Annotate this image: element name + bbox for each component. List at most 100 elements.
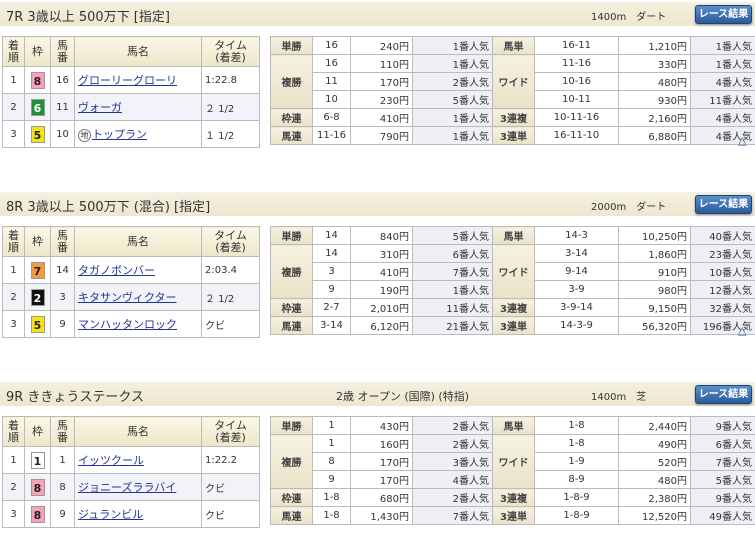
payout-amount: 410円	[351, 263, 413, 281]
race-result-button[interactable]: レース結果	[695, 385, 752, 404]
results-header-row: 着順枠馬番馬名タイム(着差)	[3, 227, 260, 257]
horse-name-cell: ジュランビル	[75, 501, 202, 528]
payout-amount: 10,250円	[619, 227, 691, 245]
finish-time: クビ	[202, 474, 260, 501]
finish-rank: 1	[3, 67, 25, 94]
payout-table: 単勝1430円2番人気馬単1-82,440円9番人気複勝1160円2番人気ワイド…	[270, 416, 755, 525]
payout-table: 単勝16240円1番人気馬単16-111,210円1番人気複勝16110円1番人…	[270, 36, 755, 145]
horse-name-link[interactable]: ジョニーズララバイ	[78, 481, 176, 494]
payout-amount: 680円	[351, 489, 413, 507]
payout-amount: 170円	[351, 471, 413, 489]
combination: 3-14	[313, 317, 351, 335]
horse-name-cell: グローリーグローリ	[75, 67, 202, 94]
payout-type-label: 3連単	[493, 127, 535, 145]
horse-number: 9	[51, 311, 75, 338]
header-name: 馬名	[75, 417, 202, 447]
race-header: 8R 3歳以上 500万下 (混合) [指定]2000mダートレース結果	[0, 192, 755, 216]
payout-row: 複勝16110円1番人気ワイド11-16330円1番人気	[271, 55, 755, 73]
combination: 9	[313, 471, 351, 489]
finish-rank: 1	[3, 447, 25, 474]
frame-cell: 8	[25, 67, 51, 94]
combination: 1-8	[535, 435, 619, 453]
combination: 6-8	[313, 109, 351, 127]
payout-amount: 330円	[619, 55, 691, 73]
payout-type-label: 馬単	[493, 37, 535, 55]
race-surface: ダート	[636, 202, 666, 213]
combination: 2-7	[313, 299, 351, 317]
popularity: 11番人気	[691, 91, 755, 109]
up-triangle-icon[interactable]: △	[738, 134, 746, 147]
payout-type-label: 枠連	[271, 299, 313, 317]
popularity: 2番人気	[413, 417, 493, 435]
race-surface: ダート	[636, 12, 666, 23]
payout-row: 馬連1-81,430円7番人気3連単1-8-912,520円49番人気	[271, 507, 755, 525]
combination: 3	[313, 263, 351, 281]
combination: 1-8	[313, 507, 351, 525]
payout-type-label: ワイド	[493, 435, 535, 489]
combination: 14	[313, 245, 351, 263]
payout-type-label: 3連複	[493, 489, 535, 507]
popularity: 7番人気	[413, 507, 493, 525]
payout-type-label: 枠連	[271, 489, 313, 507]
horse-name-link[interactable]: タガノボンバー	[78, 264, 155, 277]
race-distance: 2000mダート	[591, 198, 666, 213]
payout-table: 単勝14840円5番人気馬単14-310,250円40番人気複勝14310円6番…	[270, 226, 755, 335]
horse-name-link[interactable]: トップラン	[92, 128, 147, 141]
horse-name-link[interactable]: ヴォーガ	[78, 101, 122, 114]
horse-name-link[interactable]: キタサンヴィクター	[78, 291, 177, 304]
payout-row: 複勝1160円2番人気ワイド1-8490円6番人気	[271, 435, 755, 453]
popularity: 49番人気	[691, 507, 755, 525]
frame-cell: 8	[25, 501, 51, 528]
combination: 10-11	[535, 91, 619, 109]
race-conditions: 2歳 オープン (国際) (特指)	[336, 388, 469, 404]
popularity: 5番人気	[413, 91, 493, 109]
combination: 16	[313, 37, 351, 55]
header-name: 馬名	[75, 227, 202, 257]
combination: 11	[313, 73, 351, 91]
combination: 1-8-9	[535, 489, 619, 507]
popularity: 32番人気	[691, 299, 755, 317]
header-rank: 着順	[3, 227, 25, 257]
horse-number: 8	[51, 474, 75, 501]
horse-number: 16	[51, 67, 75, 94]
payout-amount: 480円	[619, 73, 691, 91]
horse-name-link[interactable]: マンハッタンロック	[78, 318, 177, 331]
combination: 1-8-9	[535, 507, 619, 525]
frame-cell: 7	[25, 257, 51, 284]
combination: 8	[313, 453, 351, 471]
popularity: 2番人気	[413, 73, 493, 91]
payout-amount: 910円	[619, 263, 691, 281]
combination: 1	[313, 435, 351, 453]
header-waku: 枠	[25, 37, 51, 67]
header-rank: 着順	[3, 417, 25, 447]
results-header-row: 着順枠馬番馬名タイム(着差)	[3, 417, 260, 447]
horse-name-link[interactable]: グローリーグローリ	[78, 74, 177, 87]
payout-type-label: 馬単	[493, 227, 535, 245]
finish-time: １ 1/2	[202, 121, 260, 148]
popularity: 2番人気	[413, 489, 493, 507]
race-section: 9R ききょうステークス2歳 オープン (国際) (特指)1400m芝レース結果…	[0, 382, 755, 552]
payout-amount: 2,010円	[351, 299, 413, 317]
up-triangle-icon[interactable]: △	[738, 324, 746, 337]
horse-name-link[interactable]: イッツクール	[78, 454, 144, 467]
combination: 10-11-16	[535, 109, 619, 127]
payout-amount: 1,210円	[619, 37, 691, 55]
horse-name-cell: キタサンヴィクター	[75, 284, 202, 311]
horse-name-link[interactable]: ジュランビル	[78, 508, 143, 521]
result-row: 389ジュランビルクビ	[3, 501, 260, 528]
race-result-button[interactable]: レース結果	[695, 195, 752, 214]
popularity: 4番人気	[413, 471, 493, 489]
frame-cell: 5	[25, 311, 51, 338]
header-num: 馬番	[51, 417, 75, 447]
finish-time: 1:22.8	[202, 67, 260, 94]
race-section: 8R 3歳以上 500万下 (混合) [指定]2000mダートレース結果着順枠馬…	[0, 192, 755, 362]
popularity: 3番人気	[413, 453, 493, 471]
popularity: 1番人気	[413, 127, 493, 145]
race-result-button[interactable]: レース結果	[695, 5, 752, 24]
popularity: 7番人気	[413, 263, 493, 281]
frame-badge: 1	[31, 452, 45, 469]
local-horse-badge: 地	[78, 129, 91, 142]
header-name: 馬名	[75, 37, 202, 67]
payout-type-label: 複勝	[271, 55, 313, 109]
payout-type-label: ワイド	[493, 245, 535, 299]
